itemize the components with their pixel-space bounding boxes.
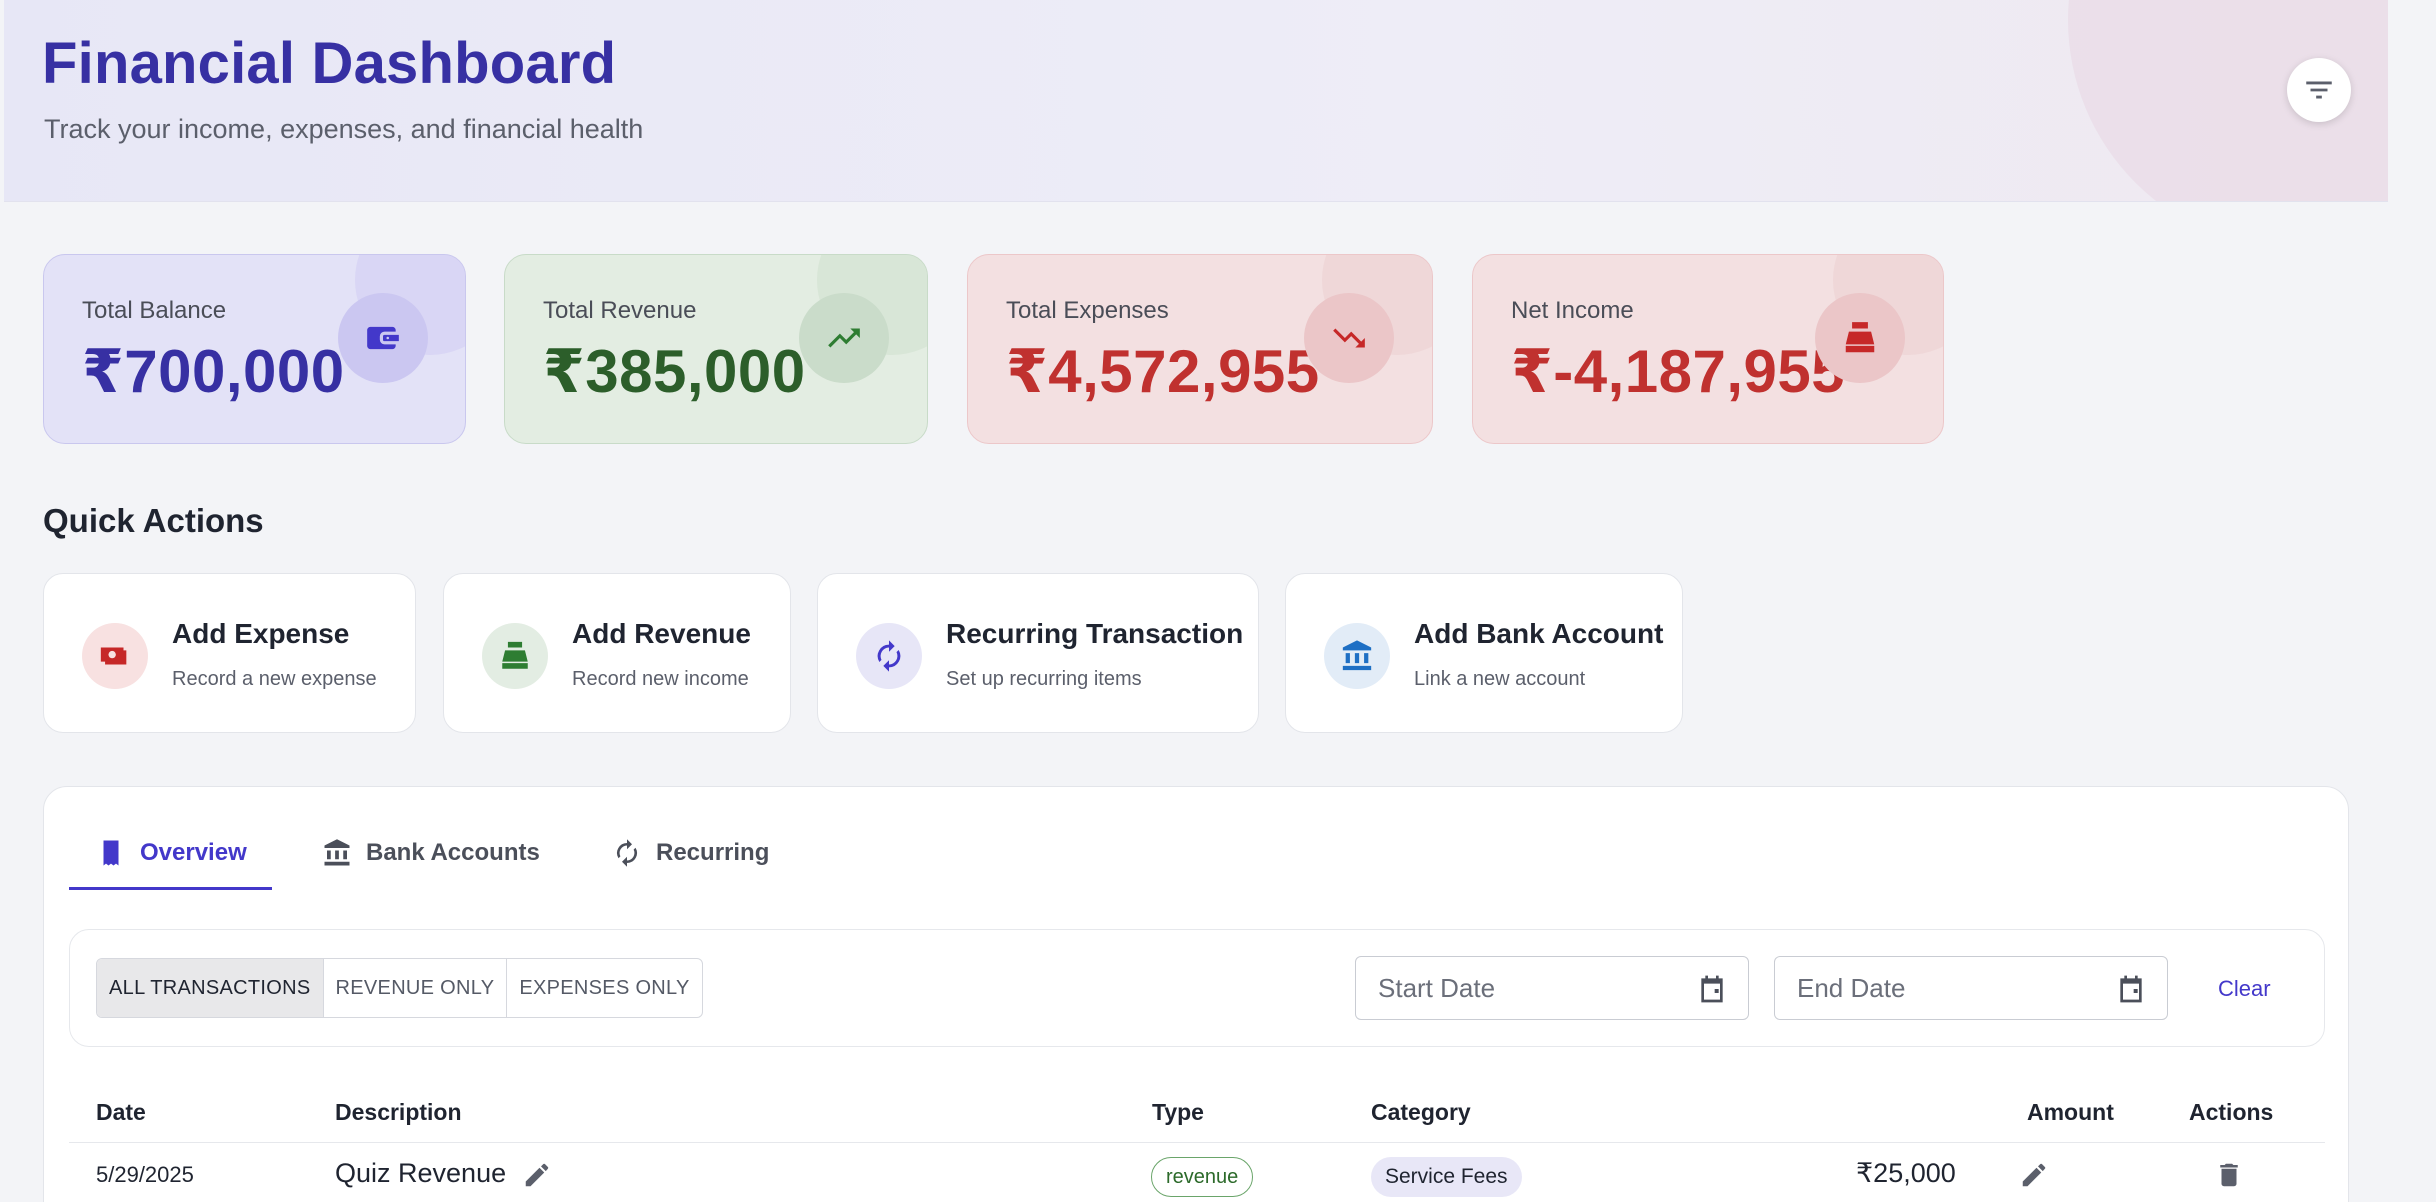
tab-bank-accounts[interactable]: Bank Accounts — [322, 829, 540, 877]
bank-icon — [1342, 640, 1372, 671]
trending-down-icon — [1333, 328, 1365, 348]
delete-icon[interactable] — [2214, 1160, 2244, 1190]
stat-label: Total Revenue — [543, 297, 697, 324]
trending-up-icon — [828, 328, 860, 348]
stat-icon-circle — [1815, 293, 1905, 383]
qa-icon-circle — [82, 623, 148, 689]
stat-card-total-balance: Total Balance ₹700,000 — [43, 254, 466, 444]
stat-label: Total Balance — [82, 297, 227, 324]
stat-card-total-expenses: Total Expenses ₹4,572,955 — [967, 254, 1433, 444]
column-header-actions: Actions — [2189, 1099, 2274, 1125]
filter-button[interactable] — [2287, 58, 2351, 122]
stat-card-net-income: Net Income ₹-4,187,955 — [1472, 254, 1944, 444]
receipt-icon — [103, 840, 119, 866]
table-divider — [69, 1142, 2325, 1143]
qa-subtitle: Link a new account — [1414, 668, 1586, 690]
qa-title: Add Expense — [172, 618, 350, 649]
money-icon — [100, 647, 127, 665]
segment-all-transactions[interactable]: ALL TRANSACTIONS — [97, 959, 324, 1017]
stat-value: ₹385,000 — [543, 338, 806, 405]
cell-description: Quiz Revenue — [335, 1158, 507, 1188]
stat-icon-circle — [799, 293, 889, 383]
tab-label: Overview — [140, 839, 247, 866]
column-header-amount: Amount — [2027, 1099, 2114, 1125]
type-badge-revenue: revenue — [1151, 1157, 1254, 1197]
autorenew-icon — [877, 640, 901, 672]
qa-icon-circle — [856, 623, 922, 689]
qa-subtitle: Record a new expense — [172, 668, 377, 690]
stat-value: ₹-4,187,955 — [1511, 338, 1846, 405]
scrollbar-track — [2388, 0, 2436, 1202]
filter-bar: ALL TRANSACTIONS REVENUE ONLY EXPENSES O… — [69, 929, 2325, 1047]
add-revenue-button[interactable]: Add Revenue Record new income — [443, 573, 791, 733]
filter-list-icon — [2306, 81, 2332, 99]
cash-register-icon — [1845, 322, 1875, 353]
qa-subtitle: Set up recurring items — [946, 668, 1142, 690]
column-header-date: Date — [96, 1099, 146, 1125]
clear-button[interactable]: Clear — [2218, 976, 2271, 1002]
stat-card-total-revenue: Total Revenue ₹385,000 — [504, 254, 928, 444]
recurring-transaction-button[interactable]: Recurring Transaction Set up recurring i… — [817, 573, 1259, 733]
transaction-type-toggle: ALL TRANSACTIONS REVENUE ONLY EXPENSES O… — [96, 958, 703, 1018]
page-title: Financial Dashboard — [42, 31, 617, 96]
page-subtitle: Track your income, expenses, and financi… — [44, 114, 644, 144]
segment-revenue-only[interactable]: REVENUE ONLY — [324, 959, 508, 1017]
tab-label: Recurring — [656, 839, 770, 866]
segment-expenses-only[interactable]: EXPENSES ONLY — [507, 959, 701, 1017]
autorenew-icon — [617, 839, 637, 867]
qa-title: Add Bank Account — [1414, 618, 1664, 649]
stat-value: ₹700,000 — [82, 338, 345, 405]
tab-overview[interactable]: Overview — [96, 829, 247, 877]
end-date-field[interactable] — [1774, 956, 2168, 1020]
add-bank-account-button[interactable]: Add Bank Account Link a new account — [1285, 573, 1683, 733]
quick-actions-title: Quick Actions — [43, 502, 264, 539]
edit-amount-icon[interactable] — [2019, 1160, 2049, 1190]
start-date-field[interactable] — [1355, 956, 1749, 1020]
cell-amount: ₹25,000 — [1856, 1158, 1956, 1188]
stat-icon-circle — [338, 293, 428, 383]
active-tab-indicator — [69, 887, 272, 890]
add-expense-button[interactable]: Add Expense Record a new expense — [43, 573, 416, 733]
cash-register-icon — [502, 641, 528, 669]
tab-label: Bank Accounts — [366, 839, 540, 866]
edit-description-icon[interactable] — [522, 1160, 552, 1190]
calendar-icon[interactable] — [2115, 973, 2147, 1005]
stat-label: Net Income — [1511, 297, 1634, 324]
column-header-category: Category — [1371, 1099, 1471, 1125]
cell-date: 5/29/2025 — [96, 1162, 194, 1187]
column-header-description: Description — [335, 1099, 462, 1125]
stat-value: ₹4,572,955 — [1006, 338, 1320, 405]
category-chip: Service Fees — [1371, 1157, 1522, 1197]
dashboard-header: Financial Dashboard Track your income, e… — [4, 0, 2388, 202]
end-date-input[interactable] — [1775, 957, 2167, 1019]
wallet-icon — [367, 326, 399, 350]
start-date-input[interactable] — [1356, 957, 1748, 1019]
tab-recurring[interactable]: Recurring — [612, 829, 769, 877]
transactions-panel: Overview Bank Accounts Recurring ALL TRA… — [43, 786, 2349, 1202]
qa-title: Recurring Transaction — [946, 618, 1244, 649]
column-header-type: Type — [1152, 1099, 1204, 1125]
calendar-icon[interactable] — [1696, 973, 1728, 1005]
stat-label: Total Expenses — [1006, 297, 1169, 324]
qa-subtitle: Record new income — [572, 668, 749, 690]
qa-title: Add Revenue — [572, 618, 751, 649]
bank-icon — [324, 839, 350, 866]
qa-icon-circle — [1324, 623, 1390, 689]
qa-icon-circle — [482, 623, 548, 689]
stat-icon-circle — [1304, 293, 1394, 383]
